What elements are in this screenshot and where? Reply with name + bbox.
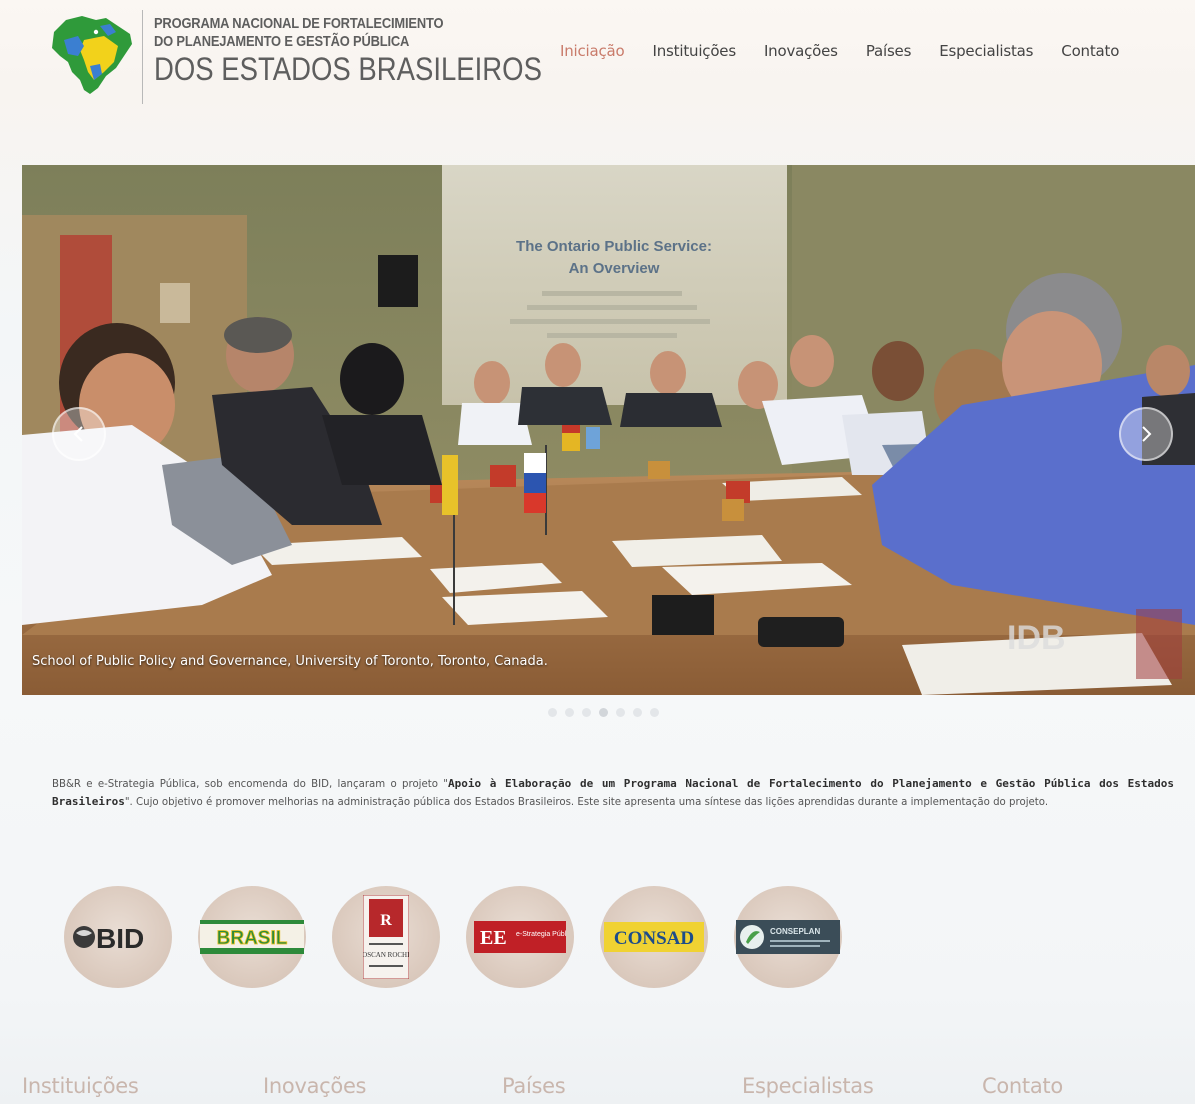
intro-paragraph: BB&R e e-Strategia Pública, sob encomend…	[52, 775, 1174, 811]
slider-dot-active[interactable]	[599, 708, 608, 717]
footer-nav-instituicoes[interactable]: Instituições	[22, 1074, 139, 1098]
slider-dot[interactable]	[582, 708, 591, 717]
logo-line2: DO PLANEJAMENTO E GESTÃO PÚBLICA	[154, 33, 410, 50]
slider-dot[interactable]	[616, 708, 625, 717]
bid-logo-icon: BID	[73, 923, 144, 954]
conseplan-logo-text: CONSEPLAN	[770, 927, 820, 936]
slider-prev-button[interactable]	[52, 407, 106, 461]
estrategia-logo-text: e-Strategia Pública	[516, 931, 566, 938]
footer-nav: Instituições Inovações Países Especialis…	[0, 1074, 1195, 1104]
logo-divider	[142, 10, 143, 104]
slide-photo: The Ontario Public Service: An Overview	[22, 165, 1195, 695]
chevron-left-icon	[73, 426, 83, 442]
logo-line3: DOS ESTADOS BRASILEIROS	[154, 51, 542, 87]
logo-text[interactable]: PROGRAMA NACIONAL DE FORTALECIMIENTO DO …	[154, 15, 542, 87]
consad-logo-icon: CONSAD	[604, 922, 704, 952]
partner-conseplan-logo[interactable]: CONSEPLAN	[734, 886, 842, 988]
partner-estrategia-logo[interactable]: EE e-Strategia Pública	[466, 886, 574, 988]
footer-nav-especialistas[interactable]: Especialistas	[742, 1074, 874, 1098]
chevron-right-icon	[1142, 426, 1152, 442]
estrategia-logo-icon: EE e-Strategia Pública	[474, 921, 566, 953]
slider-dot[interactable]	[650, 708, 659, 717]
slider-dot[interactable]	[548, 708, 557, 717]
consad-logo-text: CONSAD	[614, 928, 694, 949]
site-header: PROGRAMA NACIONAL DE FORTALECIMIENTO DO …	[0, 0, 1195, 110]
brazil-map-logo[interactable]	[44, 10, 136, 96]
nav-iniciacao[interactable]: Iniciação	[560, 42, 625, 60]
main-nav: Iniciação Instituições Inovações Países …	[560, 42, 1119, 60]
nav-instituicoes[interactable]: Instituições	[653, 42, 737, 60]
partner-bbr-logo[interactable]: R BOSCAN ROCHIN	[332, 886, 440, 988]
partner-bid-logo[interactable]: BID	[64, 886, 172, 988]
footer-nav-inovacoes[interactable]: Inovações	[263, 1074, 367, 1098]
brasil-logo-text: BRASIL	[217, 928, 288, 949]
bbr-logo-text: BOSCAN ROCHIN	[363, 951, 409, 959]
nav-paises[interactable]: Países	[866, 42, 912, 60]
slider-dot[interactable]	[633, 708, 642, 717]
bid-logo-text: BID	[96, 923, 144, 954]
conseplan-logo-icon: CONSEPLAN	[736, 920, 840, 954]
svg-text:R: R	[380, 912, 392, 929]
bbr-logo-icon: R BOSCAN ROCHIN	[363, 895, 409, 979]
hero-slider: The Ontario Public Service: An Overview	[22, 165, 1195, 695]
nav-inovacoes[interactable]: Inovações	[764, 42, 838, 60]
logo-line1: PROGRAMA NACIONAL DE FORTALECIMIENTO	[154, 15, 444, 32]
svg-text:EE: EE	[480, 927, 507, 949]
slider-pagination	[548, 708, 659, 717]
footer-nav-contato[interactable]: Contato	[982, 1074, 1063, 1098]
nav-especialistas[interactable]: Especialistas	[939, 42, 1033, 60]
nav-contato[interactable]: Contato	[1061, 42, 1119, 60]
slider-next-button[interactable]	[1119, 407, 1173, 461]
screen-subtitle: An Overview	[569, 260, 660, 277]
partner-brasil-logo[interactable]: BRASIL	[198, 886, 306, 988]
footer-nav-paises[interactable]: Países	[502, 1074, 566, 1098]
partner-consad-logo[interactable]: CONSAD	[600, 886, 708, 988]
idb-watermark: IDB	[1007, 619, 1066, 657]
intro-text-1: BB&R e e-Strategia Pública, sob encomend…	[52, 779, 448, 790]
brasil-logo-icon: BRASIL	[200, 920, 304, 954]
intro-text-2: ". Cujo objetivo é promover melhorias na…	[124, 797, 1049, 808]
slide-caption: School of Public Policy and Governance, …	[32, 654, 548, 669]
screen-title: The Ontario Public Service:	[516, 238, 712, 255]
slider-dot[interactable]	[565, 708, 574, 717]
partner-logos: BID BRASIL R BOSCAN ROCHIN EE e-Strategi…	[64, 886, 842, 988]
